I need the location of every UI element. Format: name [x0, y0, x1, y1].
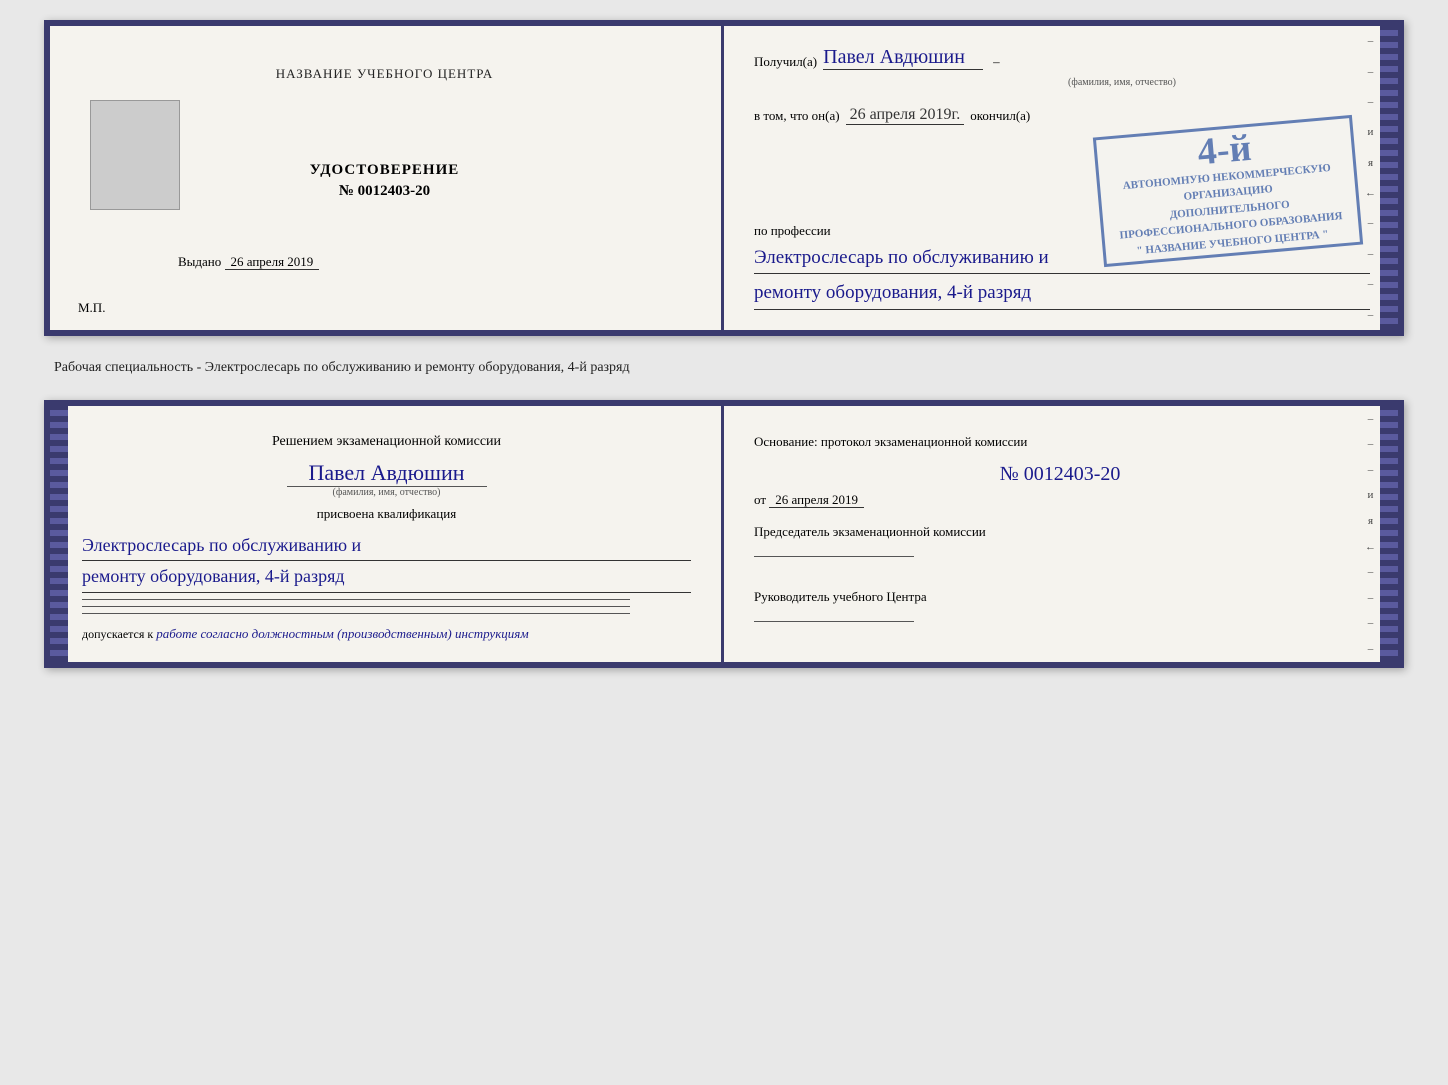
right-date: от 26 апреля 2019: [754, 492, 1366, 508]
top-left-page: НАЗВАНИЕ УЧЕБНОГО ЦЕНТРА УДОСТОВЕРЕНИЕ №…: [50, 26, 724, 330]
bottom-left-page: Решением экзаменационной комиссии Павел …: [50, 406, 724, 662]
stamp-overlay: 4-й АВТОНОМНУЮ НЕКОММЕРЧЕСКУЮ ОРГАНИЗАЦИ…: [1093, 115, 1363, 267]
middle-text: Рабочая специальность - Электрослесарь п…: [44, 354, 1404, 382]
udostoverenie-block: УДОСТОВЕРЕНИЕ № 0012403-20: [310, 162, 460, 200]
institution-name-top: НАЗВАНИЕ УЧЕБНОГО ЦЕНТРА: [276, 66, 493, 82]
date-label: от: [754, 492, 766, 507]
vydano-label: Выдано: [178, 254, 221, 269]
rukovoditel-sign-line: [754, 621, 914, 622]
osnov-text: Основание: протокол экзаменационной коми…: [754, 431, 1366, 453]
bottom-document-spread: Решением экзаменационной комиссии Павел …: [44, 400, 1404, 668]
predsedatel-block: Председатель экзаменационной комиссии: [754, 522, 1366, 564]
date-value: 26 апреля 2019: [769, 492, 864, 508]
dopuskaetsya-block: допускается к работе согласно должностны…: [82, 626, 691, 642]
mp-label: М.П.: [78, 300, 105, 316]
rukovoditel-label: Руководитель учебного Центра: [754, 587, 1366, 608]
middle-text-content: Рабочая специальность - Электрослесарь п…: [54, 360, 630, 375]
top-document-spread: НАЗВАНИЕ УЧЕБНОГО ЦЕНТРА УДОСТОВЕРЕНИЕ №…: [44, 20, 1404, 336]
recipient-label: Получил(a): [754, 54, 817, 70]
fio-caption-top: (фамилия, имя, отчество): [874, 77, 1370, 88]
vydano-date: 26 апреля 2019: [225, 254, 320, 270]
line-sep-2: [82, 606, 630, 607]
top-right-page: Получил(a) Павел Авдюшин – (фамилия, имя…: [724, 26, 1398, 330]
kvalif-line2: ремонту оборудования, 4-й разряд: [82, 561, 691, 593]
predsedatel-label: Председатель экзаменационной комиссии: [754, 522, 1366, 543]
line-sep-3: [82, 613, 630, 614]
dopuskaetsya-label: допускается к: [82, 627, 153, 641]
prisvoena-text: присвоена квалификация: [82, 506, 691, 522]
vtom-date: 26 апреля 2019г.: [846, 106, 965, 125]
dopuskaetsya-value: работе согласно должностным (производств…: [156, 626, 528, 641]
recipient-name: Павел Авдюшин: [823, 46, 983, 70]
komissia-title: Решением экзаменационной комиссии: [82, 431, 691, 452]
bottom-number: № 0012403-20: [754, 463, 1366, 486]
rukovoditel-block: Руководитель учебного Центра: [754, 587, 1366, 629]
predsedatel-sign-line: [754, 556, 914, 557]
side-marks-bottom: –––ия←––––: [1365, 406, 1376, 662]
okonchil-label: окончил(а): [970, 108, 1030, 124]
profession-line2: ремонту оборудования, 4-й разряд: [754, 278, 1370, 309]
side-marks-top: –––ия←––––: [1365, 26, 1376, 330]
udostoverenie-number: № 0012403-20: [310, 183, 460, 200]
vtom-label: в том, что он(а): [754, 108, 840, 124]
bottom-person-name: Павел Авдюшин: [82, 460, 691, 486]
udostoverenie-title: УДОСТОВЕРЕНИЕ: [310, 162, 460, 179]
recipient-line: Получил(a) Павел Авдюшин –: [754, 46, 1370, 70]
kvalif-line1: Электрослесарь по обслуживанию и: [82, 530, 691, 562]
bottom-right-page: Основание: протокол экзаменационной коми…: [724, 406, 1398, 662]
vydano-block: Выдано 26 апреля 2019: [78, 254, 691, 300]
profession-label: по профессии: [754, 223, 831, 238]
line-sep-1: [82, 599, 630, 600]
bottom-fio-caption: (фамилия, имя, отчество): [287, 486, 487, 498]
photo-placeholder: [90, 100, 180, 210]
